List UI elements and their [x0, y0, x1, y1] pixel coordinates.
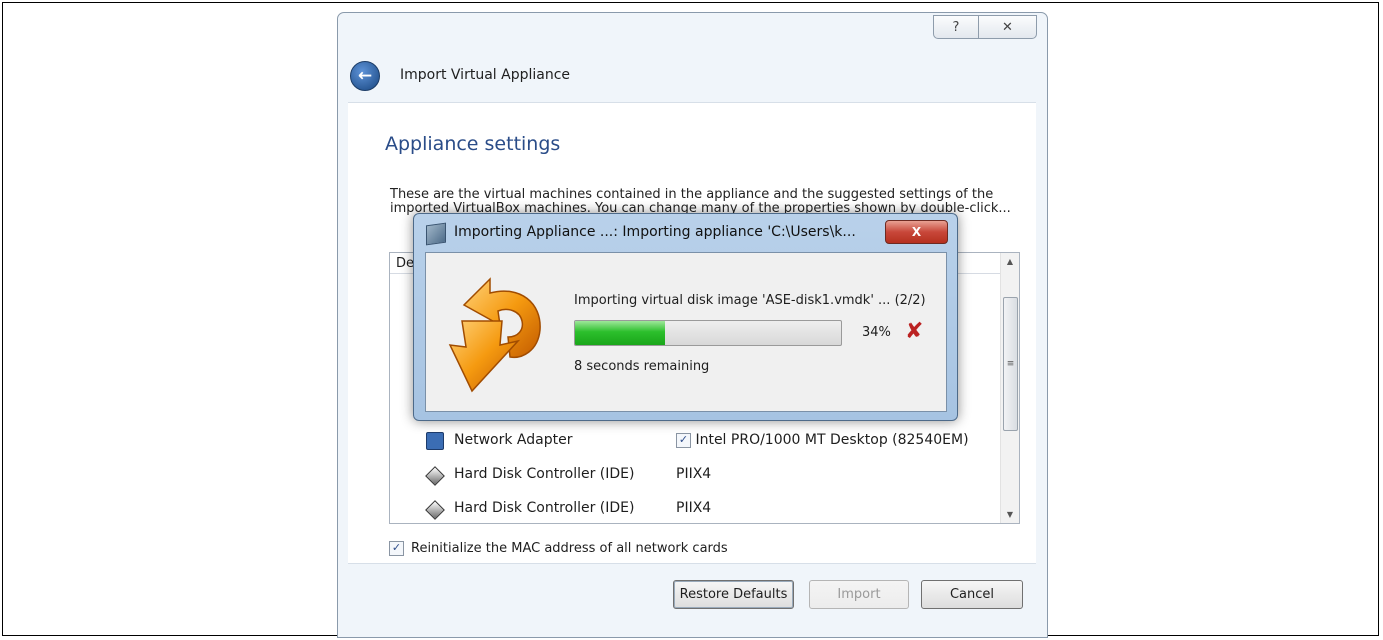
reinitialize-mac-label: Reinitialize the MAC address of all netw… [411, 541, 728, 556]
progress-percent: 34% [862, 325, 891, 340]
import-progress-dialog: Importing Appliance ...: Importing appli… [413, 213, 958, 421]
tree-row-hdd-controller-2[interactable]: Hard Disk Controller (IDE) PIIX4 [390, 491, 1002, 523]
back-button[interactable]: ← [350, 61, 380, 91]
import-button[interactable]: Import [809, 580, 909, 609]
time-remaining: 8 seconds remaining [574, 359, 710, 374]
network-adapter-checkbox[interactable]: ✓ [676, 432, 691, 448]
progress-message: Importing virtual disk image 'ASE-disk1.… [574, 293, 926, 308]
row-value: ✓ Intel PRO/1000 MT Desktop (82540EM) [676, 432, 969, 448]
cancel-operation-icon[interactable]: ✘ [905, 319, 923, 344]
row-label: Hard Disk Controller (IDE) [454, 500, 635, 516]
progress-bar-fill [575, 321, 666, 345]
window-titlebar: ? ✕ [338, 13, 1047, 53]
tree-row-network-adapter[interactable]: Network Adapter ✓ Intel PRO/1000 MT Desk… [390, 423, 1002, 457]
network-adapter-icon [426, 432, 444, 450]
close-button[interactable]: ✕ [978, 15, 1037, 39]
scroll-thumb[interactable]: ≡ [1003, 297, 1018, 431]
row-value-text: Intel PRO/1000 MT Desktop (82540EM) [695, 432, 969, 448]
help-button[interactable]: ? [933, 15, 978, 39]
restore-defaults-button[interactable]: Restore Defaults [673, 580, 794, 609]
progress-bar [574, 320, 842, 346]
progress-body: Importing virtual disk image 'ASE-disk1.… [425, 252, 947, 412]
progress-close-button[interactable]: X [885, 220, 948, 244]
row-value: PIIX4 [676, 466, 712, 482]
cancel-button[interactable]: Cancel [921, 580, 1023, 609]
row-label: Hard Disk Controller (IDE) [454, 466, 635, 482]
hard-disk-controller-icon [425, 500, 445, 520]
import-arrow-icon [448, 277, 541, 393]
row-label: Network Adapter [454, 432, 573, 448]
scroll-down-button[interactable]: ▼ [1001, 506, 1019, 523]
description-column-header[interactable]: De [396, 256, 414, 271]
progress-dialog-title: Importing Appliance ...: Importing appli… [454, 224, 856, 240]
page-title: Appliance settings [385, 133, 561, 155]
wizard-title: Import Virtual Appliance [400, 67, 571, 83]
tree-row-hdd-controller-1[interactable]: Hard Disk Controller (IDE) PIIX4 [390, 457, 1002, 491]
virtualbox-icon [426, 222, 446, 246]
reinitialize-mac-option[interactable]: ✓ Reinitialize the MAC address of all ne… [389, 541, 728, 556]
vertical-scrollbar[interactable]: ▲ ≡ ▼ [1000, 253, 1019, 523]
caption-buttons: ? ✕ [933, 15, 1037, 39]
page-description: These are the virtual machines contained… [390, 187, 1011, 216]
row-value: PIIX4 [676, 500, 712, 516]
scroll-up-button[interactable]: ▲ [1001, 253, 1019, 270]
hard-disk-controller-icon [425, 466, 445, 486]
reinitialize-mac-checkbox[interactable]: ✓ [389, 541, 404, 556]
